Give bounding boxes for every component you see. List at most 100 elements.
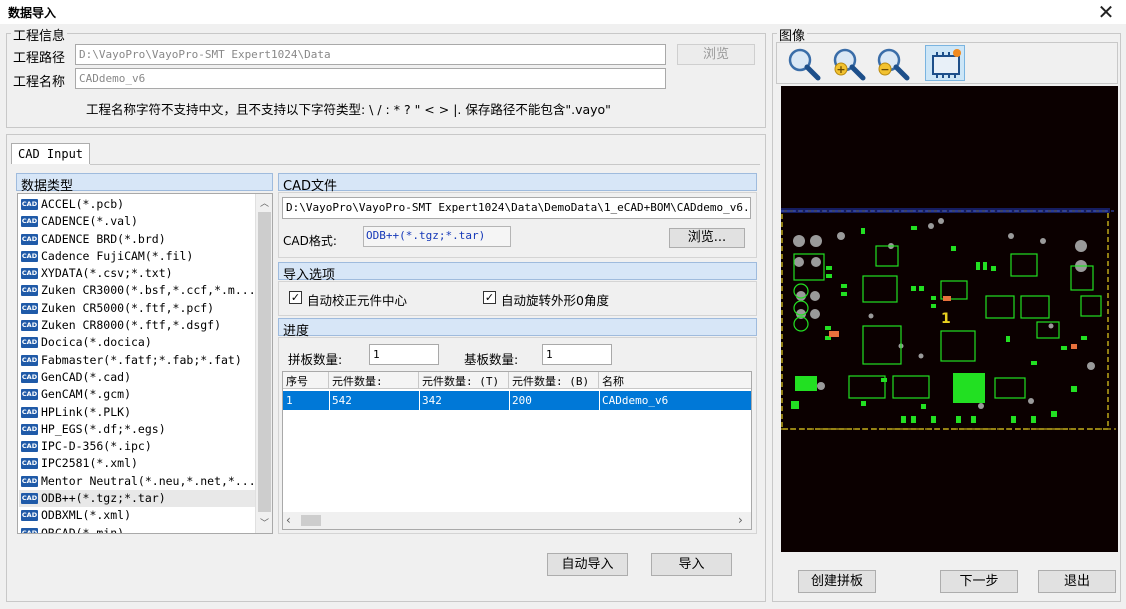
list-item-label: Docica(*.docica) (41, 335, 152, 350)
cad-file-icon: CAD (21, 423, 38, 435)
list-item-label: Zuken CR3000(*.bsf,*.ccf,*.m... (41, 283, 256, 298)
list-item[interactable]: CAD Cadence FujiCAM(*.fil) (19, 248, 255, 265)
progress-header: 进度 (278, 318, 757, 339)
col-header-count-bottom[interactable]: 元件数量: (B) (509, 372, 599, 389)
list-item[interactable]: CAD HPLink(*.PLK) (19, 404, 255, 421)
list-item[interactable]: CAD ORCAD(*.min) (19, 525, 255, 534)
col-header-name[interactable]: 名称 (599, 372, 751, 389)
list-item[interactable]: CAD Fabmaster(*.fatf;*.fab;*.fat) (19, 352, 255, 369)
cad-file-icon: CAD (21, 510, 38, 522)
cad-file-icon: CAD (21, 371, 38, 383)
cad-format-value: ODB++(*.tgz;*.tar) (363, 226, 511, 247)
list-item-label: XYDATA(*.csv;*.txt) (41, 266, 173, 281)
col-header-index[interactable]: 序号 (283, 372, 329, 389)
svg-text:−: − (880, 63, 889, 76)
next-button[interactable]: 下一步 (940, 570, 1018, 593)
panel-count-field[interactable]: 1 (369, 344, 439, 365)
row-count-top: 342 (422, 394, 442, 407)
cad-file-icon: CAD (21, 302, 38, 314)
list-item[interactable]: CAD Zuken CR8000(*.ftf,*.dsgf) (19, 317, 255, 334)
list-item[interactable]: CAD GenCAD(*.cad) (19, 369, 255, 386)
cad-file-icon: CAD (21, 320, 38, 332)
cad-browse-button[interactable]: 浏览... (669, 228, 745, 248)
import-options-header: 导入选项 (278, 262, 757, 283)
import-button[interactable]: 导入 (651, 553, 732, 576)
list-item[interactable]: CAD HP_EGS(*.df;*.egs) (19, 421, 255, 438)
data-type-scrollbar[interactable]: ︿ ﹀ (255, 194, 272, 533)
cad-file-icon: CAD (21, 527, 38, 533)
close-icon[interactable]: ✕ (1094, 0, 1118, 24)
exit-button[interactable]: 退出 (1038, 570, 1116, 593)
list-item[interactable]: CAD Docica(*.docica) (19, 334, 255, 351)
list-item[interactable]: CAD XYDATA(*.csv;*.txt) (19, 265, 255, 282)
col-header-count[interactable]: 元件数量: (329, 372, 419, 389)
auto-import-button[interactable]: 自动导入 (547, 553, 628, 576)
panel-count-label: 拼板数量: (288, 352, 343, 367)
project-name-field[interactable]: CADdemo_v6 (75, 68, 666, 89)
list-item[interactable]: CAD ODB++(*.tgz;*.tar) (19, 490, 255, 508)
row-count-bottom: 200 (512, 394, 532, 407)
zoom-icon[interactable] (785, 45, 821, 81)
list-item[interactable]: CAD ACCEL(*.pcb) (19, 196, 255, 213)
scroll-left-icon[interactable]: ‹ (286, 513, 291, 527)
col-header-count-top[interactable]: 元件数量: (T) (419, 372, 509, 389)
auto-center-checkbox[interactable]: ✓ (289, 291, 302, 304)
title-bar (0, 0, 1126, 24)
list-item[interactable]: CAD IPC-D-356(*.ipc) (19, 438, 255, 455)
list-item-label: Zuken CR8000(*.ftf,*.dsgf) (41, 318, 222, 333)
cad-file-header: CAD文件 (278, 173, 757, 194)
list-item-label: HPLink(*.PLK) (41, 404, 132, 419)
board-view-icon[interactable] (925, 45, 965, 81)
cad-file-icon: CAD (21, 250, 38, 262)
cad-file-icon: CAD (21, 389, 38, 401)
image-toolbar: + − (776, 42, 1118, 84)
list-item[interactable]: CAD GenCAM(*.gcm) (19, 386, 255, 403)
data-type-header: 数据类型 (16, 173, 273, 194)
project-browse-button[interactable]: 浏览 (677, 44, 755, 65)
scroll-up-icon[interactable]: ︿ (256, 196, 272, 209)
list-item[interactable]: CAD Zuken CR3000(*.bsf,*.ccf,*.m... (19, 282, 256, 299)
zoom-in-icon[interactable]: + (829, 45, 866, 81)
list-item-label: GenCAM(*.gcm) (41, 387, 132, 402)
table-row[interactable]: 1 542 342 200 CADdemo_v6 (283, 391, 751, 410)
cad-file-path-field[interactable]: D:\VayoPro\VayoPro-SMT Expert1024\Data\D… (282, 197, 751, 219)
pcb-label: 1 (941, 311, 951, 327)
scroll-right-icon[interactable]: › (738, 513, 743, 527)
list-item-label: Cadence FujiCAM(*.fil) (41, 248, 194, 263)
substrate-count-field[interactable]: 1 (542, 344, 612, 365)
cad-file-icon: CAD (21, 458, 38, 470)
project-path-field[interactable]: D:\VayoPro\VayoPro-SMT Expert1024\Data (75, 44, 666, 65)
progress-table-header: 序号 元件数量: 元件数量: (T) 元件数量: (B) 名称 (283, 372, 751, 391)
list-item-label: ODBXML(*.xml) (41, 508, 132, 523)
scroll-down-icon[interactable]: ﹀ (256, 516, 272, 529)
pcb-image: 1 (781, 208, 1116, 430)
list-item[interactable]: CAD ODBXML(*.xml) (19, 507, 255, 524)
pcb-canvas[interactable]: 1 (781, 86, 1118, 552)
create-panel-button[interactable]: 创建拼板 (798, 570, 876, 593)
list-item[interactable]: CAD CADENCE(*.val) (19, 213, 255, 230)
cad-file-icon: CAD (21, 493, 38, 505)
list-item[interactable]: CAD CADENCE BRD(*.brd) (19, 231, 255, 248)
cad-file-icon: CAD (21, 199, 38, 210)
tab-cad-input[interactable]: CAD Input (11, 143, 91, 164)
list-item-label: IPC-D-356(*.ipc) (41, 439, 152, 454)
zoom-out-icon[interactable]: − (873, 45, 910, 81)
list-item[interactable]: CAD Mentor Neutral(*.neu,*.net,*... (19, 473, 256, 490)
scroll-thumb[interactable] (258, 212, 271, 512)
cad-file-icon: CAD (21, 441, 38, 453)
list-item-label: CADENCE BRD(*.brd) (41, 231, 166, 246)
auto-rotate-checkbox[interactable]: ✓ (483, 291, 496, 304)
project-info-legend: 工程信息 (11, 25, 68, 44)
table-hscrollbar[interactable]: ‹ › (283, 512, 751, 529)
window-title: 数据导入 (8, 6, 57, 20)
progress-table: 序号 元件数量: 元件数量: (T) 元件数量: (B) 名称 1 542 34… (282, 371, 752, 530)
project-name-hint: 工程名称字符不支持中文，且不支持以下字符类型: \ / : * ? " < > … (86, 102, 611, 117)
list-item-label: ORCAD(*.min) (41, 525, 125, 534)
hscroll-thumb[interactable] (301, 515, 321, 526)
row-count: 542 (332, 394, 352, 407)
list-item[interactable]: CAD Zuken CR5000(*.ftf,*.pcf) (19, 300, 255, 317)
list-item[interactable]: CAD IPC2581(*.xml) (19, 455, 255, 472)
cad-file-icon: CAD (21, 285, 38, 297)
cad-file-icon: CAD (21, 406, 38, 418)
cad-file-icon: CAD (21, 268, 38, 280)
